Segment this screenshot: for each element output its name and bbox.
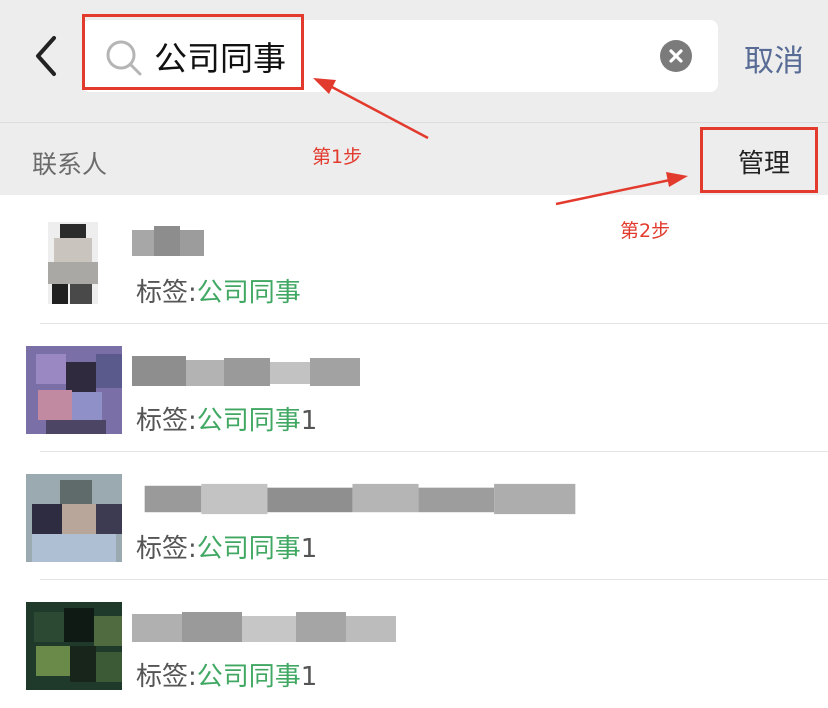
step2-arrowhead (666, 172, 688, 187)
annotation-arrows (313, 78, 688, 206)
step1-arrowhead (313, 78, 336, 94)
step2-arrow-line (555, 178, 671, 206)
step1-arrow-line (329, 84, 429, 140)
